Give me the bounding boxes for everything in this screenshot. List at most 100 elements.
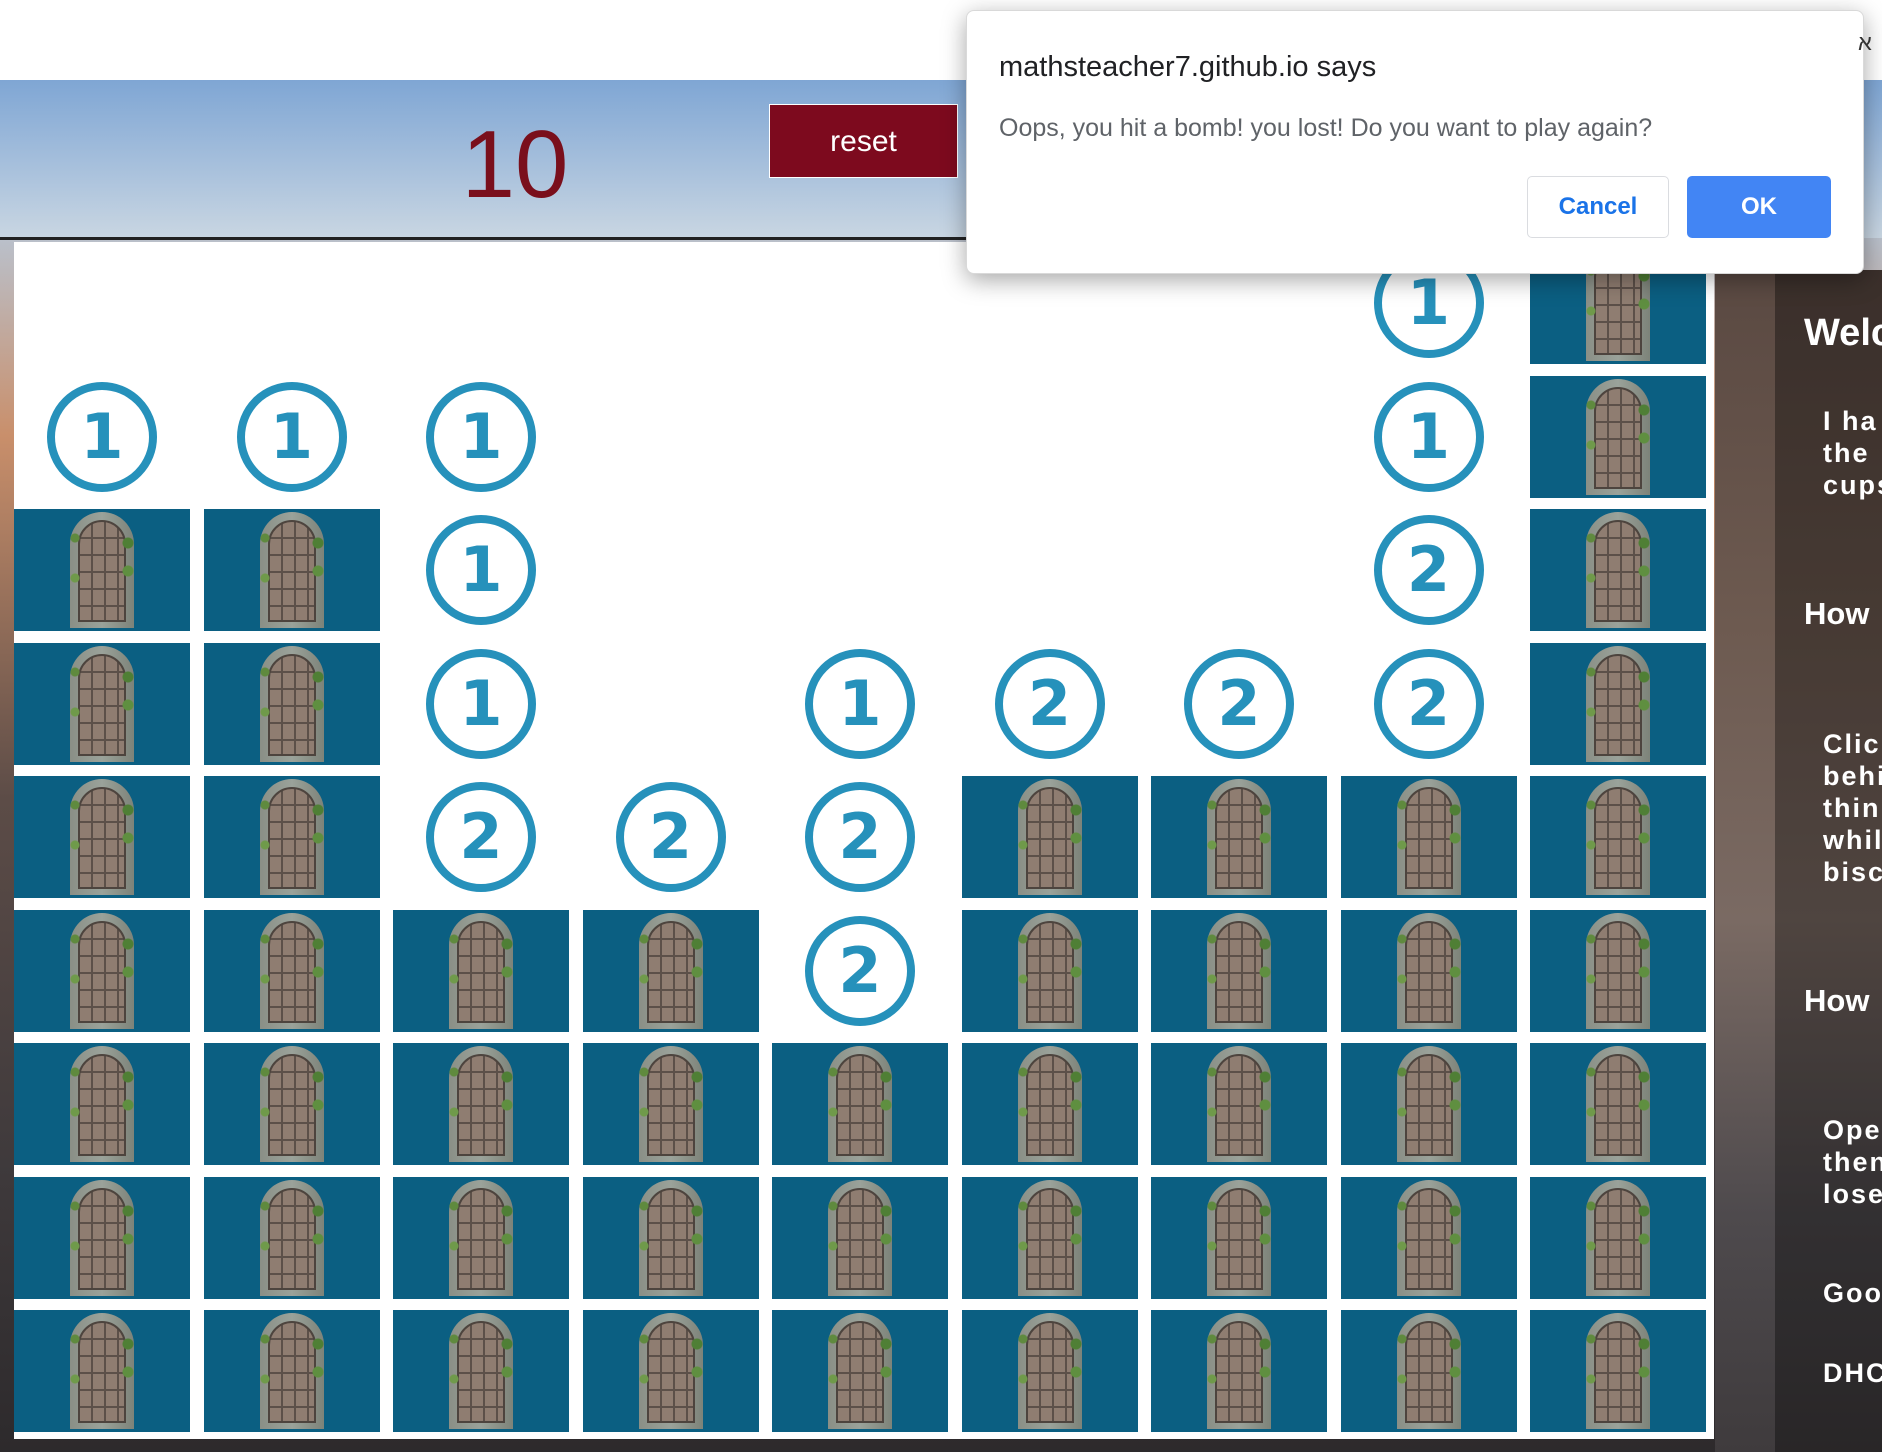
closed-cell[interactable] <box>1340 1176 1517 1299</box>
closed-cell[interactable] <box>14 909 190 1032</box>
closed-cell[interactable] <box>1340 1043 1517 1165</box>
closed-cell[interactable] <box>1340 1310 1517 1432</box>
closed-cell[interactable] <box>14 776 190 898</box>
revealed-number-cell[interactable]: 1 <box>393 509 569 631</box>
revealed-number-cell[interactable]: 2 <box>772 776 948 898</box>
door-icon <box>1207 1179 1271 1296</box>
revealed-number-cell[interactable]: 2 <box>962 643 1138 765</box>
closed-cell[interactable] <box>1340 909 1517 1032</box>
closed-cell[interactable] <box>1530 1043 1706 1165</box>
closed-cell[interactable] <box>203 776 380 898</box>
revealed-number-cell[interactable]: 2 <box>1151 643 1327 765</box>
closed-cell[interactable] <box>961 1310 1138 1432</box>
closed-cell[interactable] <box>203 642 380 765</box>
closed-cell[interactable] <box>203 1176 380 1299</box>
revealed-empty-cell[interactable] <box>583 509 759 631</box>
revealed-number-cell[interactable]: 2 <box>772 910 948 1032</box>
revealed-empty-cell[interactable] <box>772 509 948 631</box>
alert-dialog: mathsteacher7.github.io says Oops, you h… <box>966 10 1864 274</box>
revealed-empty-cell[interactable] <box>772 242 948 364</box>
closed-cell[interactable] <box>1530 1310 1706 1432</box>
door-icon <box>449 1179 513 1296</box>
adjacent-count: 1 <box>426 648 536 759</box>
closed-cell[interactable] <box>1530 375 1706 498</box>
revealed-empty-cell[interactable] <box>1151 509 1327 631</box>
revealed-number-cell[interactable]: 1 <box>204 376 380 498</box>
instructions-lose-text: Ope then lose <box>1823 1115 1882 1209</box>
door-icon <box>1207 912 1271 1029</box>
closed-cell[interactable] <box>582 1176 759 1299</box>
revealed-number-cell[interactable]: 1 <box>1341 376 1517 498</box>
closed-cell[interactable] <box>203 1043 380 1165</box>
revealed-number-cell[interactable]: 1 <box>393 643 569 765</box>
closed-cell[interactable] <box>772 1310 948 1432</box>
adjacent-count: 1 <box>1373 381 1484 492</box>
revealed-empty-cell[interactable] <box>583 643 759 765</box>
closed-cell[interactable] <box>14 1176 190 1299</box>
ok-button[interactable]: OK <box>1687 176 1831 238</box>
door-icon <box>1396 779 1461 895</box>
closed-cell[interactable] <box>772 1176 948 1299</box>
closed-cell[interactable] <box>1530 642 1706 765</box>
door-icon <box>1586 512 1650 628</box>
closed-cell[interactable] <box>1340 776 1517 898</box>
closed-cell[interactable] <box>14 1310 190 1432</box>
closed-cell[interactable] <box>1151 1176 1327 1299</box>
revealed-empty-cell[interactable] <box>14 242 190 364</box>
revealed-empty-cell[interactable] <box>962 376 1138 498</box>
adjacent-count: 2 <box>1373 648 1484 759</box>
door-icon <box>259 779 324 895</box>
closed-cell[interactable] <box>1530 509 1706 631</box>
revealed-empty-cell[interactable] <box>583 242 759 364</box>
revealed-number-cell[interactable]: 2 <box>583 776 759 898</box>
closed-cell[interactable] <box>582 909 759 1032</box>
closed-cell[interactable] <box>1151 909 1327 1032</box>
instructions-body-text: Clic behi thin whil bisc <box>1823 729 1882 887</box>
revealed-empty-cell[interactable] <box>1151 376 1327 498</box>
instructions-heading: Welc <box>1804 312 1882 354</box>
door-icon <box>1586 1179 1650 1296</box>
revealed-number-cell[interactable]: 1 <box>772 643 948 765</box>
closed-cell[interactable] <box>393 1043 569 1165</box>
cancel-button[interactable]: Cancel <box>1527 176 1669 238</box>
closed-cell[interactable] <box>393 1310 569 1432</box>
closed-cell[interactable] <box>203 1310 380 1432</box>
closed-cell[interactable] <box>1151 1310 1327 1432</box>
reset-button[interactable]: reset <box>769 104 958 178</box>
revealed-empty-cell[interactable] <box>962 509 1138 631</box>
closed-cell[interactable] <box>961 1176 1138 1299</box>
closed-cell[interactable] <box>961 776 1138 898</box>
revealed-empty-cell[interactable] <box>204 242 380 364</box>
closed-cell[interactable] <box>1151 1043 1327 1165</box>
closed-cell[interactable] <box>961 1043 1138 1165</box>
closed-cell[interactable] <box>1530 776 1706 898</box>
closed-cell[interactable] <box>1530 909 1706 1032</box>
revealed-number-cell[interactable]: 2 <box>1341 509 1517 631</box>
revealed-empty-cell[interactable] <box>772 376 948 498</box>
revealed-empty-cell[interactable] <box>393 242 569 364</box>
closed-cell[interactable] <box>582 1043 759 1165</box>
closed-cell[interactable] <box>1530 1176 1706 1299</box>
door-icon <box>70 645 134 762</box>
door-icon <box>1017 912 1082 1029</box>
revealed-number-cell[interactable]: 1 <box>393 376 569 498</box>
closed-cell[interactable] <box>393 1176 569 1299</box>
closed-cell[interactable] <box>393 909 569 1032</box>
closed-cell[interactable] <box>14 509 190 631</box>
closed-cell[interactable] <box>203 909 380 1032</box>
revealed-number-cell[interactable]: 1 <box>14 376 190 498</box>
closed-cell[interactable] <box>1151 776 1327 898</box>
closed-cell[interactable] <box>582 1310 759 1432</box>
closed-cell[interactable] <box>961 909 1138 1032</box>
closed-cell[interactable] <box>14 1043 190 1165</box>
door-icon <box>1586 378 1650 495</box>
revealed-number-cell[interactable]: 2 <box>1341 643 1517 765</box>
revealed-number-cell[interactable]: 2 <box>393 776 569 898</box>
adjacent-count: 1 <box>805 648 915 759</box>
corner-label: א <box>1858 30 1872 55</box>
closed-cell[interactable] <box>14 642 190 765</box>
revealed-empty-cell[interactable] <box>583 376 759 498</box>
closed-cell[interactable] <box>772 1043 948 1165</box>
closed-cell[interactable] <box>203 509 380 631</box>
door-icon <box>1586 912 1650 1029</box>
